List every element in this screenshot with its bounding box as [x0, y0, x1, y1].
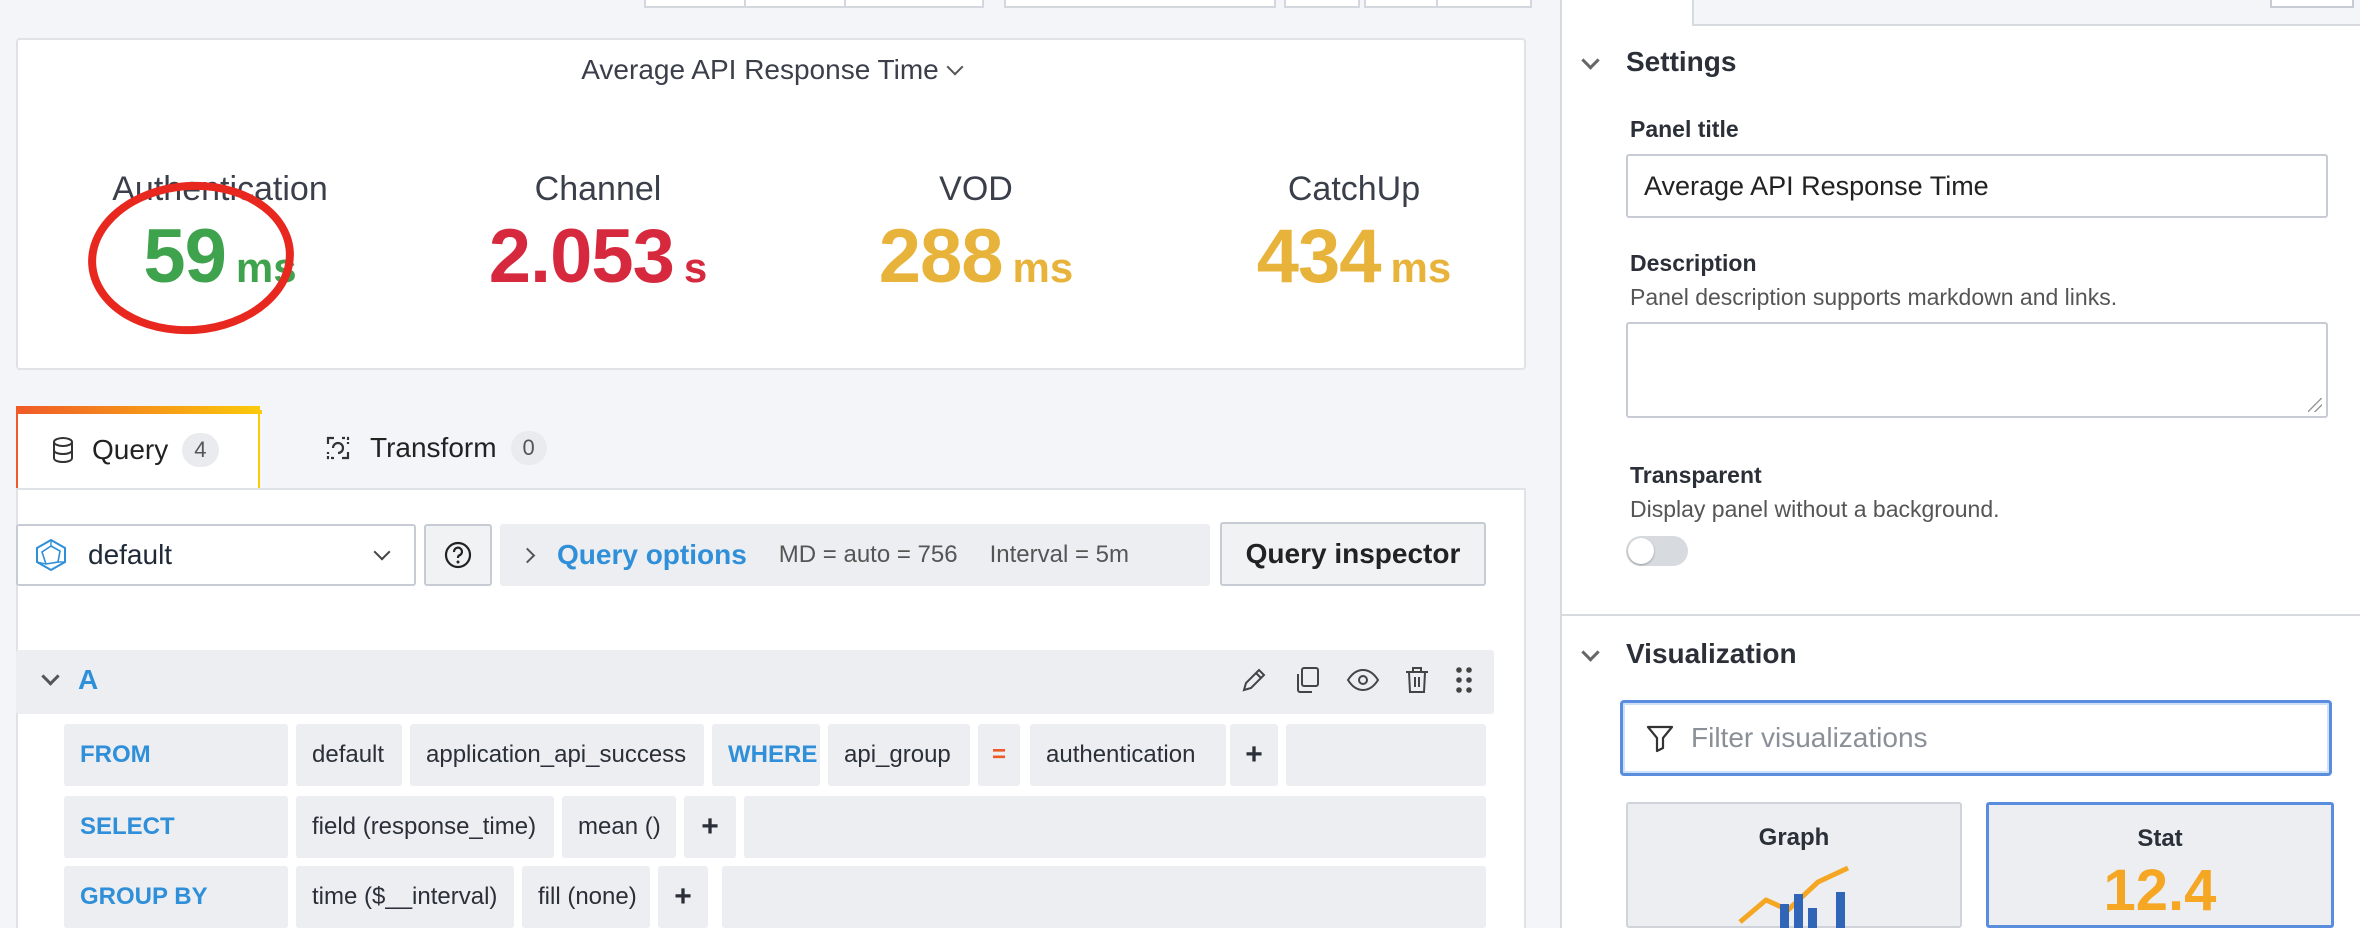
pencil-icon[interactable] — [1238, 664, 1270, 696]
select-keyword: SELECT — [64, 796, 288, 858]
stat-vod: VOD 288 ms — [796, 170, 1156, 300]
options-header-button[interactable] — [2270, 0, 2354, 8]
panel-editor-left: Average API Response Time Authentication… — [0, 0, 1560, 928]
toolbar-button[interactable] — [644, 0, 748, 8]
tab-label: Transform — [370, 432, 497, 463]
query-help-button[interactable] — [424, 524, 492, 586]
active-tab-indicator — [18, 410, 262, 414]
add-group-by-button[interactable]: + — [658, 866, 708, 928]
toolbar-button[interactable] — [844, 0, 984, 8]
aggregation-segment[interactable]: mean () — [562, 796, 676, 858]
description-label: Description — [1630, 250, 1757, 276]
viz-card-stat[interactable]: Stat 12.4 — [1986, 802, 2334, 928]
viz-card-graph[interactable]: Graph — [1626, 802, 1962, 928]
add-where-button[interactable]: + — [1230, 724, 1278, 786]
tab-transform[interactable]: Transform 0 — [324, 406, 584, 490]
transform-icon — [326, 436, 350, 460]
group-by-row-filler — [722, 866, 1486, 928]
tab-query[interactable]: Query 4 — [16, 406, 262, 490]
stat-name: VOD — [939, 170, 1013, 208]
stat-catchup: CatchUp 434 ms — [1174, 170, 1534, 300]
stat-channel: Channel 2.053 s — [418, 170, 778, 300]
query-options-label: Query options — [557, 539, 747, 570]
query-inspector-button[interactable]: Query inspector — [1220, 522, 1486, 586]
chevron-down-icon — [946, 58, 964, 76]
toggle-knob — [1628, 538, 1654, 564]
tag-key-segment[interactable]: api_group — [828, 724, 970, 786]
stat-number: 288 — [878, 214, 1004, 299]
trash-icon[interactable] — [1402, 664, 1432, 696]
stat-value: 2.053 s — [418, 213, 778, 300]
chevron-down-icon[interactable] — [41, 667, 60, 686]
filter-visualizations-input[interactable] — [1689, 721, 2293, 755]
stat-name: Channel — [534, 170, 662, 208]
transparent-label: Transparent — [1630, 462, 1762, 488]
toolbar-button[interactable] — [744, 0, 848, 8]
filter-visualizations-box[interactable] — [1620, 700, 2332, 776]
datasource-picker[interactable]: default — [16, 524, 416, 586]
stat-unit: ms — [1390, 244, 1452, 291]
viz-card-name: Stat — [2137, 825, 2183, 852]
where-keyword: WHERE — [712, 724, 820, 786]
toolbar-button[interactable] — [1436, 0, 1532, 8]
query-row-actions — [1238, 664, 1474, 696]
toolbar-button[interactable] — [1284, 0, 1360, 8]
resize-handle-icon[interactable] — [2308, 398, 2322, 412]
database-icon — [53, 437, 73, 463]
tab-count-badge: 4 — [182, 433, 219, 467]
from-row-filler — [1286, 724, 1486, 786]
tab-count-badge: 0 — [510, 431, 547, 465]
transparent-help: Display panel without a background. — [1630, 496, 2000, 522]
duplicate-icon[interactable] — [1292, 664, 1324, 696]
stat-value: 288 ms — [796, 213, 1156, 300]
transparent-toggle[interactable] — [1626, 536, 1688, 566]
max-datapoints-info: MD = auto = 756 — [778, 541, 958, 568]
panel-title-input[interactable]: Average API Response Time — [1626, 154, 2328, 218]
query-ref-id[interactable]: A — [78, 664, 98, 696]
stat-value: 434 ms — [1174, 213, 1534, 300]
chevron-right-icon — [519, 547, 536, 563]
fill-segment[interactable]: fill (none) — [522, 866, 650, 928]
retention-policy-segment[interactable]: default — [296, 724, 402, 786]
interval-info: Interval = 5m — [989, 541, 1129, 568]
visualization-section-title[interactable]: Visualization — [1626, 638, 1797, 670]
description-textarea[interactable] — [1626, 322, 2328, 418]
datasource-icon — [36, 538, 66, 572]
chevron-down-icon — [373, 543, 391, 561]
stat-name: CatchUp — [1287, 170, 1421, 208]
measurement-segment[interactable]: application_api_success — [410, 724, 704, 786]
panel-title-text: Average API Response Time — [581, 54, 939, 85]
time-group-segment[interactable]: time ($__interval) — [296, 866, 514, 928]
section-divider — [1562, 614, 2360, 616]
settings-section-title[interactable]: Settings — [1626, 46, 1736, 78]
toolbar-button[interactable] — [1004, 0, 1276, 8]
tag-value-segment[interactable]: authentication — [1030, 724, 1226, 786]
from-keyword: FROM — [64, 724, 288, 786]
group-by-keyword: GROUP BY — [64, 866, 288, 928]
question-circle-icon — [444, 541, 472, 569]
add-select-button[interactable]: + — [684, 796, 736, 858]
eye-icon[interactable] — [1346, 664, 1380, 696]
drag-handle-icon[interactable] — [1454, 664, 1474, 696]
field-segment[interactable]: field (response_time) — [296, 796, 554, 858]
graph-viz-icon — [1738, 865, 1850, 928]
stat-number: 434 — [1256, 214, 1382, 299]
query-options-toggle[interactable]: Query options MD = auto = 756 Interval =… — [500, 524, 1210, 586]
panel-title[interactable]: Average API Response Time — [18, 54, 1524, 86]
stat-number: 2.053 — [488, 214, 675, 299]
viz-card-name: Graph — [1758, 824, 1830, 851]
operator-segment[interactable]: = — [978, 724, 1020, 786]
select-row-filler — [744, 796, 1486, 858]
query-row-header[interactable]: A — [16, 650, 1494, 714]
tab-label: Query — [92, 434, 169, 465]
stat-unit: ms — [1012, 244, 1074, 291]
toolbar-button[interactable] — [1364, 0, 1440, 8]
description-help: Panel description supports markdown and … — [1630, 284, 2118, 310]
panel-title-label: Panel title — [1630, 116, 1739, 142]
options-pane-header — [1692, 0, 2360, 26]
datasource-name: default — [88, 539, 173, 570]
stat-viz-preview: 12.4 — [2103, 858, 2217, 923]
stat-unit: s — [683, 244, 708, 291]
filter-icon — [1646, 725, 1674, 753]
